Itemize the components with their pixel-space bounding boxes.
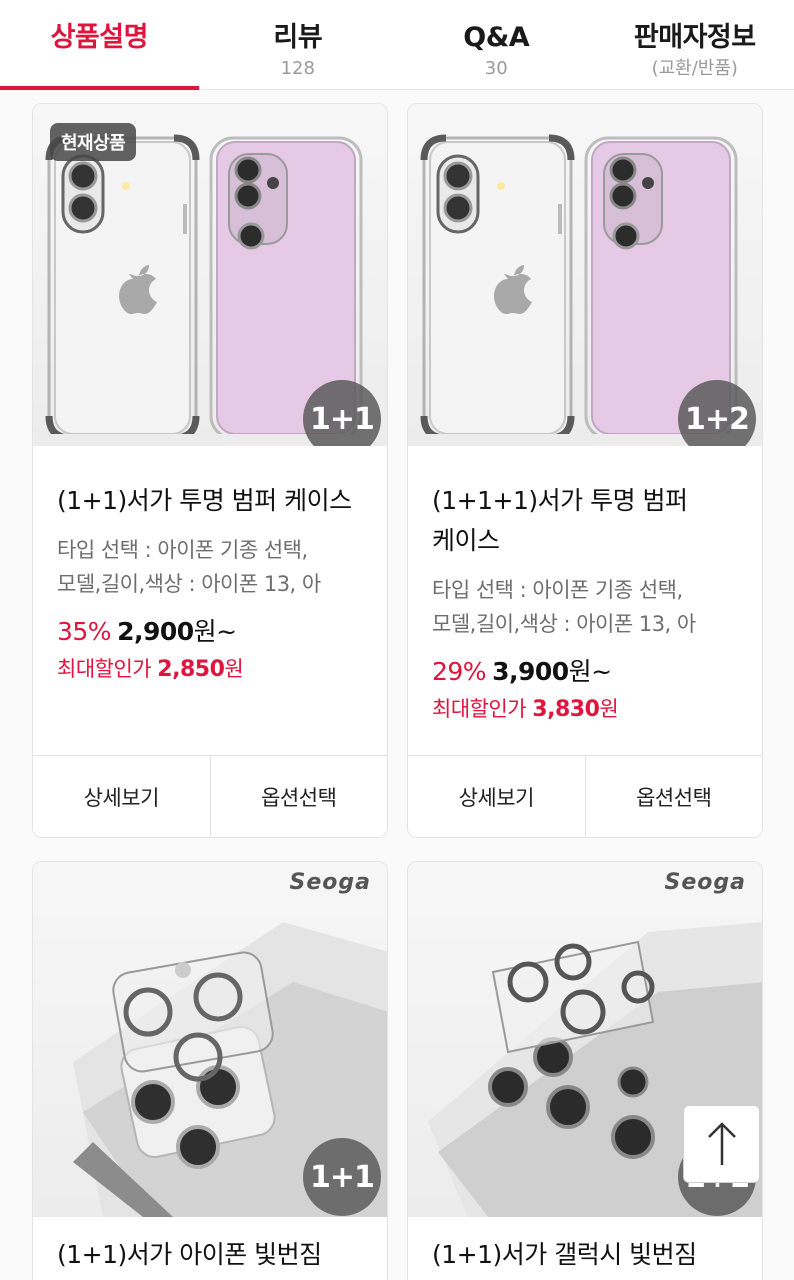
max-discount-label: 최대할인가 xyxy=(432,697,527,721)
scroll-to-top-button[interactable] xyxy=(683,1105,760,1183)
max-discount-unit: 원 xyxy=(224,657,244,681)
product-info: (1+1+1)서가 투명 범퍼 케이스 타입 선택 : 아이폰 기종 선택, 모… xyxy=(408,481,762,723)
tab-qna[interactable]: Q&A 30 xyxy=(397,0,596,89)
price-row: 35% 2,900원~ xyxy=(57,615,363,649)
product-options: 타입 선택 : 아이폰 기종 선택, 모델,길이,색상 : 아이폰 13, 아 xyxy=(57,533,363,601)
view-details-button[interactable]: 상세보기 xyxy=(408,756,585,837)
review-count: 128 xyxy=(280,58,315,79)
max-discount-value: 3,830 xyxy=(532,697,600,722)
bundle-badge: 1+1 xyxy=(303,1138,381,1216)
max-discount-price: 최대할인가 2,850원 xyxy=(57,653,363,683)
max-discount-unit: 원 xyxy=(599,697,619,721)
product-card[interactable]: Seoga 1+1 (1+1)서가 갤럭시 빛번짐 xyxy=(407,861,763,1280)
product-title[interactable]: (1+1+1)서가 투명 범퍼 케이스 xyxy=(432,481,738,561)
product-image[interactable]: 1+2 xyxy=(408,104,762,446)
product-card[interactable]: 1+2 (1+1+1)서가 투명 범퍼 케이스 타입 선택 : 아이폰 기종 선… xyxy=(407,103,763,838)
tab-label: Q&A xyxy=(463,22,530,53)
price-unit: 원~ xyxy=(193,617,237,646)
product-card[interactable]: 현재상품 1+1 (1+1)서가 투명 범퍼 케이스 타입 선택 : 아이폰 기… xyxy=(32,103,388,838)
discount-rate: 35% xyxy=(57,617,112,646)
options-line: 타입 선택 : 아이폰 기종 선택, xyxy=(57,538,308,562)
product-title[interactable]: (1+1)서가 아이폰 빛번짐 xyxy=(57,1235,363,1275)
card-actions: 상세보기 옵션선택 xyxy=(33,755,387,837)
max-discount-value: 2,850 xyxy=(157,657,225,682)
max-discount-price: 최대할인가 3,830원 xyxy=(432,693,738,723)
tab-product-description[interactable]: 상품설명 xyxy=(0,0,199,90)
options-line: 모델,길이,색상 : 아이폰 13, 아 xyxy=(57,572,321,596)
brand-logo: Seoga xyxy=(664,870,746,895)
product-title[interactable]: (1+1)서가 갤럭시 빛번짐 xyxy=(432,1235,738,1275)
tab-label: 리뷰 xyxy=(273,22,323,53)
product-info: (1+1)서가 투명 범퍼 케이스 타입 선택 : 아이폰 기종 선택, 모델,… xyxy=(33,481,387,683)
price-unit: 원~ xyxy=(568,657,612,686)
price-row: 29% 3,900원~ xyxy=(432,655,738,689)
sale-price: 2,900 xyxy=(117,617,194,646)
sale-price: 3,900 xyxy=(492,657,569,686)
options-line: 타입 선택 : 아이폰 기종 선택, xyxy=(432,578,683,602)
discount-rate: 29% xyxy=(432,657,487,686)
product-image[interactable]: Seoga 1+1 xyxy=(33,862,387,1217)
max-discount-label: 최대할인가 xyxy=(57,657,152,681)
product-options: 타입 선택 : 아이폰 기종 선택, 모델,길이,색상 : 아이폰 13, 아 xyxy=(432,573,738,641)
product-tab-bar: 상품설명 리뷰 128 Q&A 30 판매자정보 (교환/반품) xyxy=(0,0,794,90)
product-title[interactable]: (1+1)서가 투명 범퍼 케이스 xyxy=(57,481,363,521)
card-actions: 상세보기 옵션선택 xyxy=(408,755,762,837)
tab-seller-info[interactable]: 판매자정보 (교환/반품) xyxy=(596,0,794,89)
qna-count: 30 xyxy=(484,58,508,79)
brand-logo: Seoga xyxy=(289,870,371,895)
tab-sublabel: (교환/반품) xyxy=(651,58,738,79)
product-info: (1+1)서가 갤럭시 빛번짐 xyxy=(408,1235,762,1275)
tab-label: 판매자정보 xyxy=(633,22,756,53)
options-line: 모델,길이,색상 : 아이폰 13, 아 xyxy=(432,612,696,636)
view-details-button[interactable]: 상세보기 xyxy=(33,756,210,837)
product-card[interactable]: Seoga 1+1 (1+1)서가 아이폰 빛번짐 xyxy=(32,861,388,1280)
current-product-badge: 현재상품 xyxy=(50,123,137,161)
select-option-button[interactable]: 옵션선택 xyxy=(584,756,762,837)
tab-label: 상품설명 xyxy=(50,22,149,53)
product-info: (1+1)서가 아이폰 빛번짐 xyxy=(33,1235,387,1275)
select-option-button[interactable]: 옵션선택 xyxy=(209,756,387,837)
product-image[interactable]: 현재상품 1+1 xyxy=(33,104,387,446)
tab-reviews[interactable]: 리뷰 128 xyxy=(199,0,398,89)
arrow-up-icon xyxy=(707,1122,736,1165)
